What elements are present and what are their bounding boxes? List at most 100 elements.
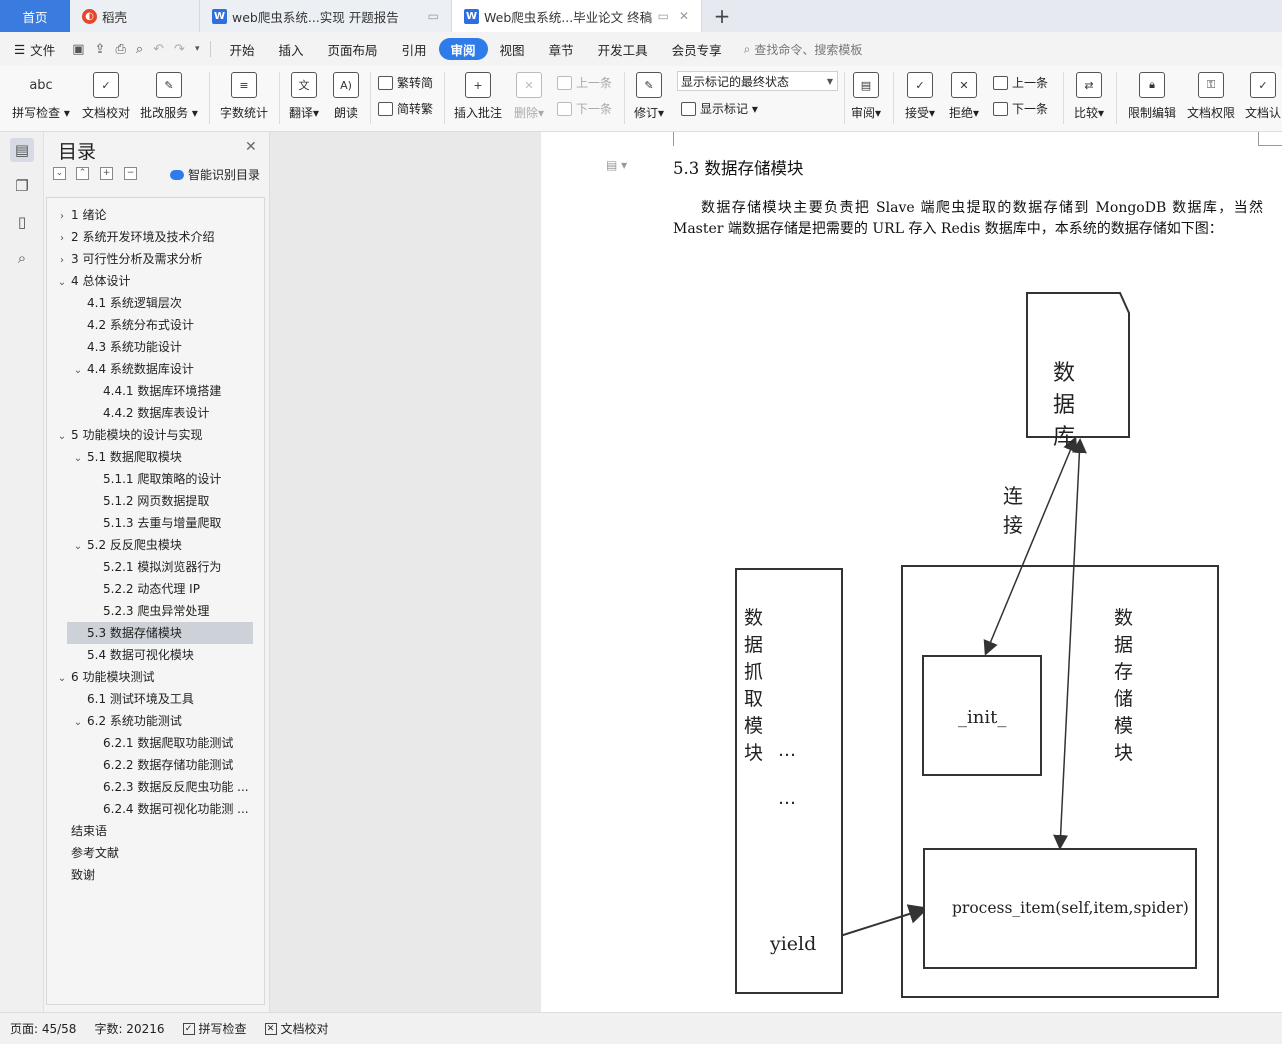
toc-icon[interactable]: ▤ <box>10 138 34 162</box>
insert-comment-button[interactable]: + 插入批注 <box>452 72 504 121</box>
save-icon[interactable]: ▣ <box>67 42 89 57</box>
chevron-down-icon[interactable]: ⌄ <box>71 712 85 732</box>
outline-icon[interactable]: ❐ <box>10 174 34 198</box>
revise-button[interactable]: ✎ 修订▾ <box>631 72 667 121</box>
toc-item[interactable]: 5.2.3 爬虫异常处理 <box>87 600 261 622</box>
toc-item[interactable]: 4.1 系统逻辑层次 <box>71 292 261 314</box>
command-search[interactable]: ⌕ 查找命令、搜索模板 <box>734 41 863 58</box>
toc-item[interactable]: 6.2.3 数据反反爬虫功能 ... <box>87 776 261 798</box>
spell-check-status[interactable]: ✓ 拼写检查 <box>173 1020 247 1037</box>
menu-view[interactable]: 视图 <box>488 38 537 60</box>
collapse-all-icon[interactable]: ⌄ <box>53 167 66 180</box>
chevron-right-icon[interactable]: › <box>55 250 69 270</box>
expand-up-icon[interactable]: ⌃ <box>76 167 89 180</box>
toc-item[interactable]: 6.2.1 数据爬取功能测试 <box>87 732 261 754</box>
prev-comment-button[interactable]: 上一条 <box>557 74 612 91</box>
redo-icon[interactable]: ↷ <box>169 42 190 57</box>
customize-dropdown-icon[interactable]: ▾ <box>190 44 205 54</box>
toc-item[interactable]: ⌄ 4.4 系统数据库设计 <box>71 358 261 380</box>
toc-item[interactable]: 5.2.1 模拟浏览器行为 <box>87 556 261 578</box>
add-heading-icon[interactable]: + <box>100 167 113 180</box>
chevron-down-icon[interactable]: ⌄ <box>55 668 69 688</box>
menu-references[interactable]: 引用 <box>390 38 439 60</box>
restrict-editing-button[interactable]: 🔒︎ 限制编辑 <box>1126 72 1178 121</box>
toc-item[interactable]: ⌄ 6 功能模块测试 <box>55 666 261 688</box>
translate-button[interactable]: 文 翻译▾ <box>286 72 322 121</box>
menu-start[interactable]: 开始 <box>217 38 266 60</box>
chevron-down-icon[interactable]: ⌄ <box>55 272 69 292</box>
share-icon[interactable]: ⇪ <box>90 42 111 57</box>
remove-heading-icon[interactable]: − <box>124 167 137 180</box>
chevron-down-icon[interactable]: ⌄ <box>71 448 85 468</box>
chevron-right-icon[interactable]: › <box>55 228 69 248</box>
batch-service-button[interactable]: ✎ 批改服务 ▾ <box>140 72 198 121</box>
file-menu[interactable]: ☰ 文件 <box>0 38 67 60</box>
next-change-button[interactable]: 下一条 <box>993 100 1048 117</box>
preview-icon[interactable]: ⌕ <box>131 42 148 57</box>
menu-member[interactable]: 会员专享 <box>660 38 734 60</box>
proofread-button[interactable]: ✓ 文档校对 <box>80 72 132 121</box>
search-icon[interactable]: ⌕ <box>10 246 34 270</box>
paragraph-options-icon[interactable]: ▤ ▾ <box>606 158 627 172</box>
prev-change-button[interactable]: 上一条 <box>993 74 1048 91</box>
toc-item[interactable]: 结束语 <box>55 820 261 842</box>
toc-item[interactable]: ⌄ 5.2 反反爬虫模块 <box>71 534 261 556</box>
toc-item[interactable]: 6.1 测试环境及工具 <box>71 688 261 710</box>
tab-doc-proposal[interactable]: W web爬虫系统...实现 开题报告 ▭ <box>200 0 452 32</box>
close-icon[interactable]: ✕ <box>245 139 257 155</box>
print-icon[interactable]: ⎙ <box>110 42 130 57</box>
smart-toc-button[interactable]: 智能识别目录 <box>170 166 260 183</box>
toc-item[interactable]: 4.4.1 数据库环境搭建 <box>87 380 261 402</box>
toc-item[interactable]: › 1 绪论 <box>55 204 261 226</box>
toc-item[interactable]: 5.3 数据存储模块 <box>67 622 253 644</box>
toc-item[interactable]: ⌄ 5.1 数据爬取模块 <box>71 446 261 468</box>
delete-comment-button[interactable]: ✕ 删除▾ <box>511 72 547 121</box>
simp-to-trad-button[interactable]: 简转繁 <box>378 100 433 117</box>
doc-auth-button[interactable]: ✓ 文档认 <box>1244 72 1282 121</box>
toc-item[interactable]: › 3 可行性分析及需求分析 <box>55 248 261 270</box>
show-markup-button[interactable]: 显示标记 ▾ <box>681 100 758 117</box>
spell-check-button[interactable]: abc 拼写检查 ▾ <box>12 72 70 121</box>
chevron-right-icon[interactable]: › <box>55 206 69 226</box>
markup-state-select[interactable]: 显示标记的最终状态 ▼ <box>677 71 838 91</box>
new-tab-button[interactable]: + <box>702 0 742 32</box>
proofread-status[interactable]: ✕ 文档校对 <box>255 1020 329 1037</box>
tab-comment-icon[interactable]: ▭ <box>428 9 439 23</box>
toc-item[interactable]: 5.2.2 动态代理 IP <box>87 578 261 600</box>
doc-permission-button[interactable]: ⚿ 文档权限 <box>1185 72 1237 121</box>
chevron-down-icon[interactable]: ⌄ <box>71 536 85 556</box>
toc-item[interactable]: ⌄ 5 功能模块的设计与实现 <box>55 424 261 446</box>
menu-chapter[interactable]: 章节 <box>537 38 586 60</box>
toc-item[interactable]: 致谢 <box>55 864 261 886</box>
toc-item[interactable]: 参考文献 <box>55 842 261 864</box>
menu-developer[interactable]: 开发工具 <box>586 38 660 60</box>
menu-review[interactable]: 审阅 <box>438 38 488 60</box>
toc-item[interactable]: 5.1.1 爬取策略的设计 <box>87 468 261 490</box>
word-count-button[interactable]: ≡ 字数统计 <box>218 72 270 121</box>
toc-item[interactable]: ⌄ 4 总体设计 <box>55 270 261 292</box>
toc-item[interactable]: › 2 系统开发环境及技术介绍 <box>55 226 261 248</box>
toc-item[interactable]: 4.3 系统功能设计 <box>71 336 261 358</box>
accept-button[interactable]: ✓ 接受▾ <box>902 72 938 121</box>
tab-home[interactable]: 首页 <box>0 0 70 32</box>
toc-item[interactable]: 5.1.2 网页数据提取 <box>87 490 261 512</box>
page-indicator[interactable]: 页面: 45/58 <box>0 1020 76 1037</box>
compare-button[interactable]: ⇄ 比较▾ <box>1071 72 1107 121</box>
bookmark-icon[interactable]: ▯ <box>10 210 34 234</box>
toc-item[interactable]: 5.1.3 去重与增量爬取 <box>87 512 261 534</box>
chevron-down-icon[interactable]: ⌄ <box>71 360 85 380</box>
toc-item[interactable]: 5.4 数据可视化模块 <box>71 644 261 666</box>
next-comment-button[interactable]: 下一条 <box>557 100 612 117</box>
tab-daoke[interactable]: ◐ 稻壳 <box>70 0 200 32</box>
read-aloud-button[interactable]: A) 朗读 <box>330 72 362 121</box>
trad-to-simp-button[interactable]: 繁转简 <box>378 74 433 91</box>
toc-item[interactable]: 4.4.2 数据库表设计 <box>87 402 261 424</box>
toc-item[interactable]: 4.2 系统分布式设计 <box>71 314 261 336</box>
toc-item[interactable]: ⌄ 6.2 系统功能测试 <box>71 710 261 732</box>
toc-item[interactable]: 6.2.2 数据存储功能测试 <box>87 754 261 776</box>
chevron-down-icon[interactable]: ⌄ <box>55 426 69 446</box>
undo-icon[interactable]: ↶ <box>148 42 169 57</box>
review-pane-button[interactable]: ▤ 审阅▾ <box>848 72 884 121</box>
toc-item[interactable]: 6.2.4 数据可视化功能测 ... <box>87 798 261 820</box>
reject-button[interactable]: ✕ 拒绝▾ <box>946 72 982 121</box>
